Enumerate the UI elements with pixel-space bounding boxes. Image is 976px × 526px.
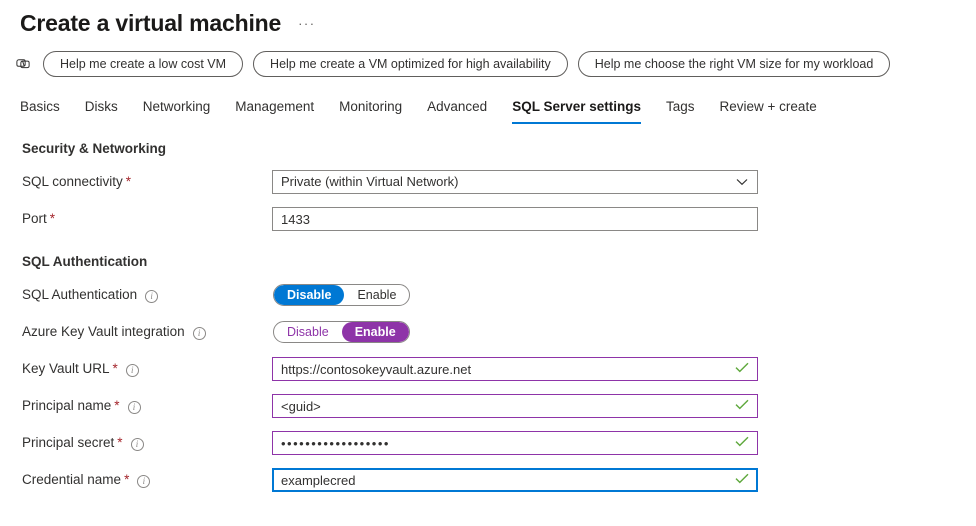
- tab-management[interactable]: Management: [235, 98, 314, 124]
- key-vault-integration-toggle[interactable]: Disable Enable: [273, 321, 410, 343]
- label-key-vault-url-text: Key Vault URL: [22, 361, 110, 376]
- tab-monitoring[interactable]: Monitoring: [339, 98, 402, 124]
- sql-authentication-option-enable[interactable]: Enable: [344, 285, 409, 305]
- copilot-icon: [13, 54, 33, 74]
- control-principal-secret: [272, 431, 758, 455]
- tab-sql-server-settings[interactable]: SQL Server settings: [512, 98, 641, 124]
- info-icon[interactable]: i: [125, 363, 139, 377]
- info-icon[interactable]: i: [192, 326, 206, 340]
- field-sql-authentication-toggle: SQL Authentication i Disable Enable: [22, 283, 976, 307]
- principal-name-input[interactable]: [272, 394, 758, 418]
- field-port: Port *: [22, 207, 976, 231]
- control-sql-authentication-toggle: Disable Enable: [272, 284, 758, 306]
- section-heading-sql-authentication: SQL Authentication: [22, 254, 148, 269]
- label-sql-authentication-text: SQL Authentication: [22, 287, 138, 302]
- field-key-vault-url: Key Vault URL * i: [22, 357, 976, 381]
- copilot-suggestion-high-availability[interactable]: Help me create a VM optimized for high a…: [253, 51, 568, 77]
- principal-secret-input[interactable]: [272, 431, 758, 455]
- field-principal-secret: Principal secret * i: [22, 431, 976, 455]
- info-icon[interactable]: i: [145, 289, 159, 303]
- key-vault-integration-option-enable[interactable]: Enable: [341, 322, 409, 342]
- required-asterisk: *: [125, 174, 132, 189]
- tab-networking[interactable]: Networking: [143, 98, 211, 124]
- label-credential-name-text: Credential name: [22, 472, 122, 487]
- label-port: Port *: [22, 210, 272, 228]
- required-asterisk: *: [124, 472, 130, 487]
- sql-authentication-option-disable[interactable]: Disable: [274, 285, 345, 305]
- field-key-vault-integration-toggle: Azure Key Vault integration i Disable En…: [22, 320, 976, 344]
- sql-connectivity-select[interactable]: Private (within Virtual Network) Public …: [272, 170, 758, 194]
- port-input[interactable]: [272, 207, 758, 231]
- wizard-tabs: Basics Disks Networking Management Monit…: [0, 94, 976, 124]
- tab-tags[interactable]: Tags: [666, 98, 695, 124]
- control-key-vault-url: [272, 357, 758, 381]
- page-header: Create a virtual machine ···: [0, 0, 976, 37]
- copilot-suggestion-low-cost-vm[interactable]: Help me create a low cost VM: [43, 51, 244, 77]
- credential-name-input[interactable]: [272, 468, 758, 492]
- sql-authentication-toggle[interactable]: Disable Enable: [273, 284, 411, 306]
- label-sql-connectivity: SQL connectivity *: [22, 173, 272, 191]
- tab-advanced[interactable]: Advanced: [427, 98, 487, 124]
- page-title: Create a virtual machine: [20, 10, 282, 36]
- label-credential-name: Credential name * i: [22, 471, 272, 489]
- label-key-vault-url: Key Vault URL * i: [22, 360, 272, 378]
- key-vault-integration-option-disable[interactable]: Disable: [274, 322, 342, 342]
- label-sql-authentication: SQL Authentication i: [22, 286, 272, 304]
- copilot-suggestions-bar: Help me create a low cost VM Help me cre…: [0, 51, 976, 77]
- control-sql-connectivity: Private (within Virtual Network) Public …: [272, 170, 758, 194]
- control-key-vault-integration-toggle: Disable Enable: [272, 321, 758, 343]
- label-key-vault-integration: Azure Key Vault integration i: [22, 323, 272, 341]
- field-credential-name: Credential name * i: [22, 468, 976, 492]
- control-principal-name: [272, 394, 758, 418]
- section-heading-security-networking: Security & Networking: [22, 141, 167, 156]
- required-asterisk: *: [117, 435, 123, 450]
- more-options-icon[interactable]: ···: [298, 17, 316, 31]
- control-credential-name: [272, 468, 758, 492]
- tab-review-create[interactable]: Review + create: [720, 98, 817, 124]
- tab-basics[interactable]: Basics: [20, 98, 60, 124]
- label-principal-name: Principal name * i: [22, 397, 272, 415]
- info-icon[interactable]: i: [130, 437, 144, 451]
- label-key-vault-integration-text: Azure Key Vault integration: [22, 324, 185, 339]
- info-icon[interactable]: i: [127, 400, 141, 414]
- label-principal-name-text: Principal name: [22, 398, 112, 413]
- required-asterisk: *: [49, 211, 56, 226]
- label-port-text: Port: [22, 211, 47, 226]
- control-port: [272, 207, 758, 231]
- copilot-suggestion-vm-size[interactable]: Help me choose the right VM size for my …: [577, 51, 891, 77]
- label-principal-secret: Principal secret * i: [22, 434, 272, 452]
- field-principal-name: Principal name * i: [22, 394, 976, 418]
- info-icon[interactable]: i: [137, 474, 151, 488]
- key-vault-url-input[interactable]: [272, 357, 758, 381]
- required-asterisk: *: [114, 398, 120, 413]
- label-sql-connectivity-text: SQL connectivity: [22, 174, 123, 189]
- field-sql-connectivity: SQL connectivity * Private (within Virtu…: [22, 170, 976, 194]
- tab-disks[interactable]: Disks: [85, 98, 118, 124]
- required-asterisk: *: [112, 361, 118, 376]
- label-principal-secret-text: Principal secret: [22, 435, 115, 450]
- sql-server-settings-form: Security & Networking SQL connectivity *…: [0, 140, 976, 492]
